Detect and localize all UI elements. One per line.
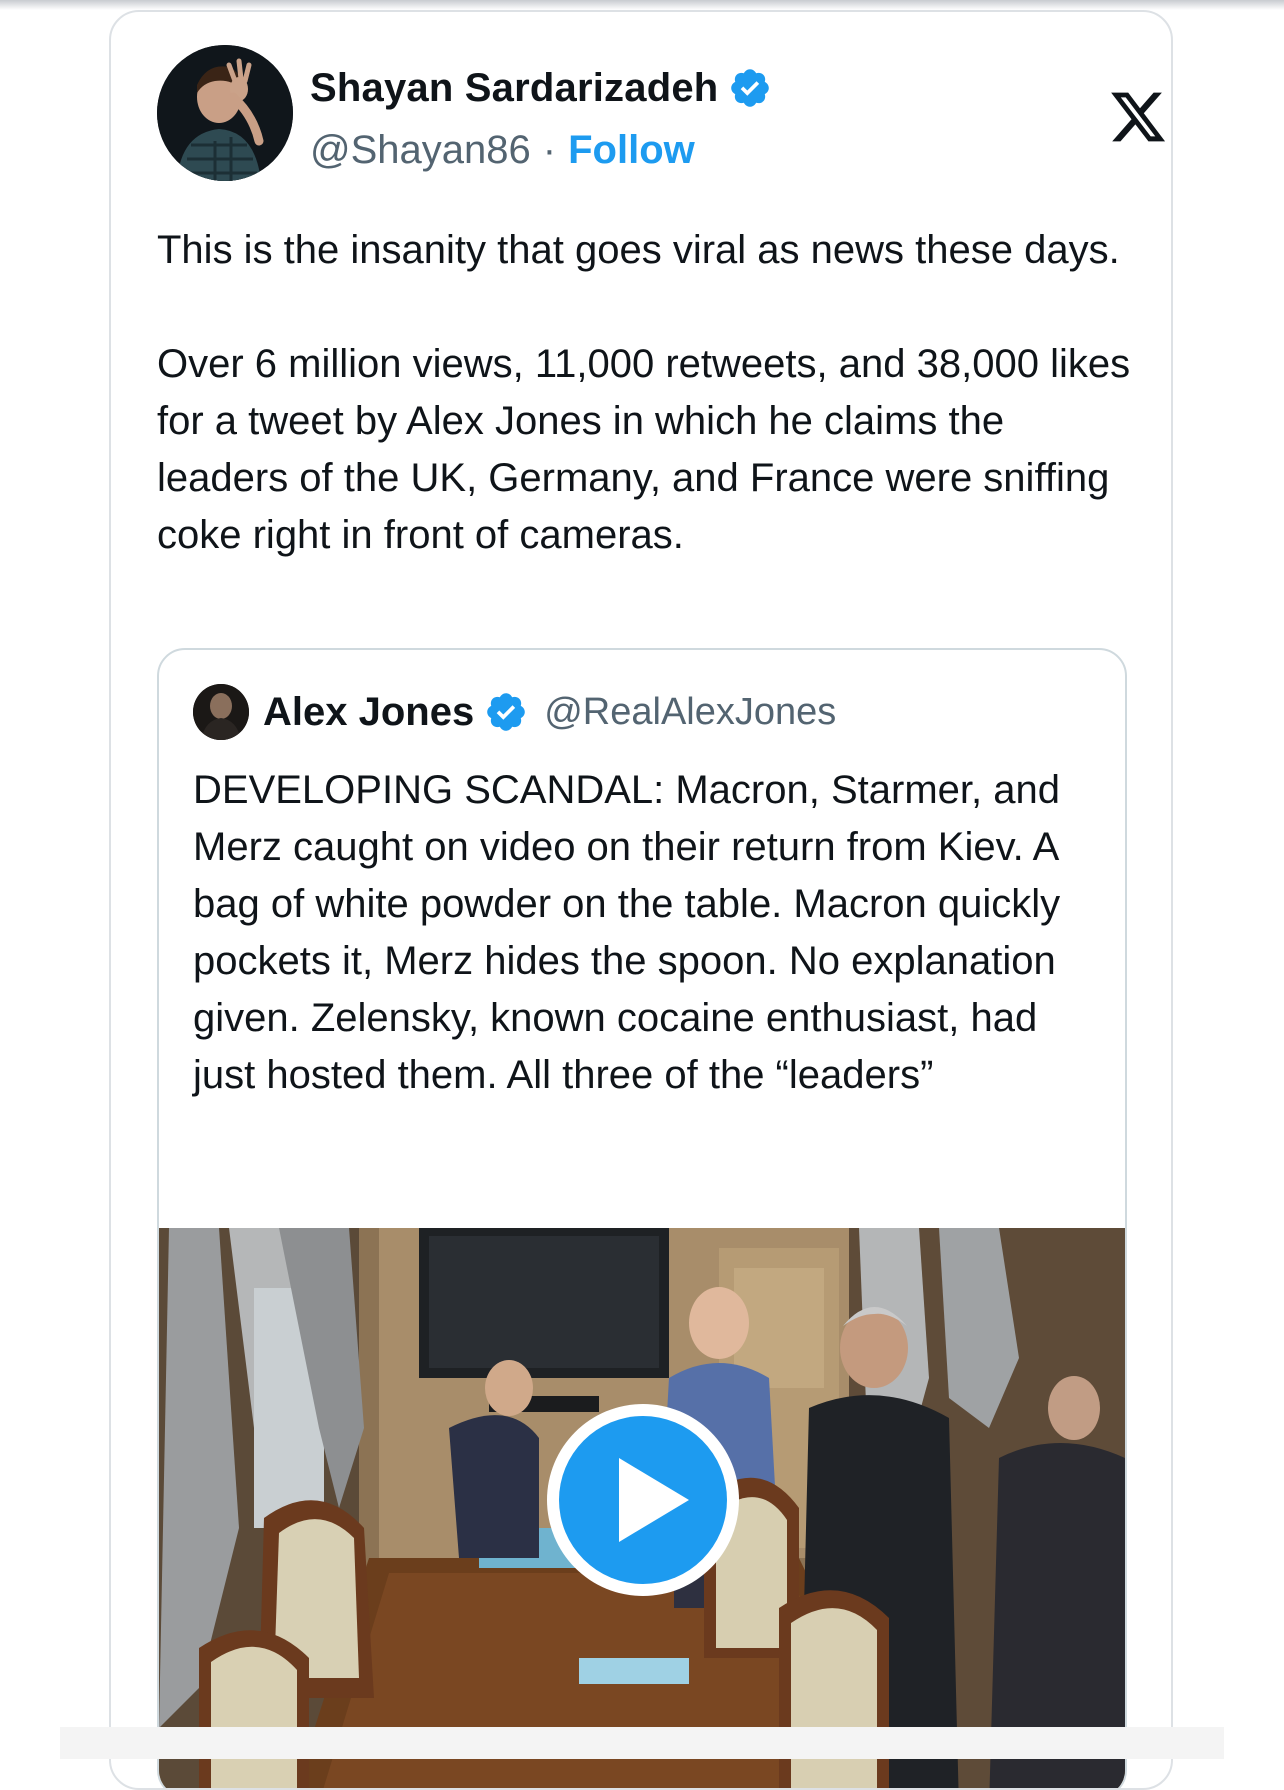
author-avatar[interactable] — [157, 45, 293, 181]
top-edge-shadow — [0, 0, 1284, 10]
author-name-row: Shayan Sardarizadeh — [310, 63, 772, 113]
tweet-text: This is the insanity that goes viral as … — [157, 228, 1131, 557]
verified-badge-icon — [731, 69, 770, 107]
quoted-author-avatar — [193, 684, 249, 740]
play-icon[interactable] — [543, 1400, 743, 1600]
bottom-edge-strip — [60, 1727, 1224, 1759]
author-handle[interactable]: @Shayan86 — [310, 128, 531, 173]
quoted-tweet-text: DEVELOPING SCANDAL: Macron, Starmer, and… — [193, 768, 1061, 1097]
author-display-name[interactable]: Shayan Sardarizadeh — [310, 66, 718, 111]
quoted-tweet-header: Alex Jones @RealAlexJones — [193, 684, 836, 740]
x-logo-icon[interactable] — [1107, 87, 1169, 147]
author-avatar-image — [157, 45, 293, 181]
quoted-author-handle[interactable]: @RealAlexJones — [544, 691, 836, 734]
quoted-verified-badge-icon — [487, 693, 526, 731]
follow-button[interactable]: Follow — [568, 128, 695, 173]
quoted-tweet[interactable]: Alex Jones @RealAlexJones DEVELOPING SCA… — [157, 648, 1127, 1788]
tweet-card[interactable]: Shayan Sardarizadeh @Shayan86 · Follow T… — [109, 10, 1173, 1790]
tweet-header: Shayan Sardarizadeh @Shayan86 · Follow — [157, 45, 1166, 185]
quoted-author-avatar-image — [193, 684, 249, 740]
author-handle-row: @Shayan86 · Follow — [310, 125, 695, 175]
handle-separator: · — [542, 127, 557, 172]
quoted-author-display-name[interactable]: Alex Jones — [263, 690, 474, 735]
video-thumbnail[interactable] — [159, 1228, 1125, 1788]
